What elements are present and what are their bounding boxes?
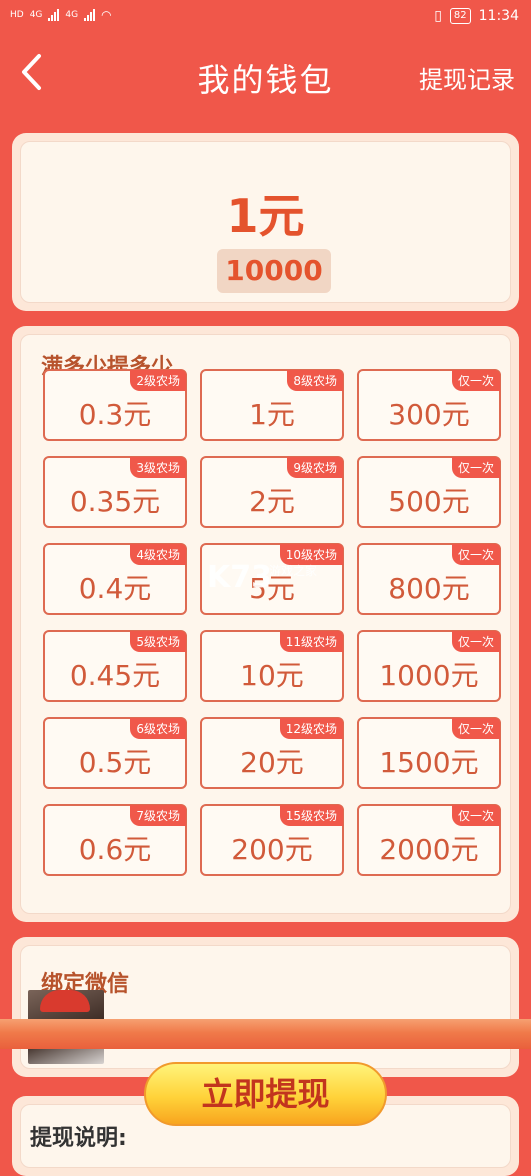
option-tag: 仅一次 [451, 805, 500, 826]
option-tag: 7级农场 [130, 805, 186, 826]
option-tile[interactable]: 仅一次 300元 [357, 369, 501, 441]
option-value: 1000元 [379, 659, 479, 692]
option-tag: 8级农场 [287, 370, 343, 391]
option-tile[interactable]: 9级农场 2元 [200, 456, 344, 528]
option-tag: 6级农场 [130, 718, 186, 739]
santa-hat-icon [40, 990, 90, 1012]
withdraw-explanation-title: 提现说明: [30, 1126, 127, 1151]
option-tile[interactable]: 仅一次 2000元 [357, 804, 501, 876]
option-value: 0.4元 [78, 572, 152, 605]
option-tile[interactable]: 仅一次 1500元 [357, 717, 501, 789]
option-tag: 5级农场 [130, 631, 186, 652]
option-value: 500元 [388, 485, 470, 518]
option-tile[interactable]: 8级农场 1元 [200, 369, 344, 441]
option-tile[interactable]: 3级农场 0.35元 [43, 456, 187, 528]
option-value: 0.5元 [78, 746, 152, 779]
withdraw-options-card: 满多少提多少 2级农场 0.3元 8级农场 1元 仅一次 300元 3级农场 0.35元… [12, 326, 519, 922]
option-tile[interactable]: 仅一次 1000元 [357, 630, 501, 702]
option-value: 20元 [240, 746, 304, 779]
header: 我的钱包 提现记录 [0, 40, 531, 110]
clock: 11:34 [478, 8, 519, 24]
option-value: 0.3元 [78, 398, 152, 431]
option-tile[interactable]: 7级农场 0.6元 [43, 804, 187, 876]
watermark-subtext: 游戏之家 [269, 564, 318, 578]
option-tag: 仅一次 [451, 718, 500, 739]
option-tag: 3级农场 [130, 457, 186, 478]
battery-icon: 82 [449, 8, 471, 24]
option-value: 800元 [388, 572, 470, 605]
watermark-text: K73 [207, 560, 272, 595]
wifi-icon: ◠ [101, 7, 112, 22]
option-tile[interactable]: 仅一次 500元 [357, 456, 501, 528]
option-tag: 11级农场 [279, 631, 343, 652]
option-value: 1元 [249, 398, 295, 431]
status-bar: HD 4G 4G ◠ ▯ 82 11:34 [0, 0, 531, 38]
option-tile[interactable]: 仅一次 800元 [357, 543, 501, 615]
signal-icon-2 [84, 9, 96, 21]
withdraw-now-button[interactable]: 立即提现 [144, 1062, 387, 1126]
option-tile[interactable]: 11级农场 10元 [200, 630, 344, 702]
option-value: 10元 [240, 659, 304, 692]
option-tag: 9级农场 [287, 457, 343, 478]
option-tag: 仅一次 [451, 457, 500, 478]
network-4g-label-2: 4G [65, 9, 79, 20]
option-value: 0.6元 [78, 833, 152, 866]
watermark: K73 游戏之家 [207, 560, 317, 595]
network-4g-label: 4G [29, 9, 43, 20]
signal-icon [48, 9, 60, 21]
decorative-ribbon [0, 1019, 531, 1049]
option-tag: 仅一次 [451, 631, 500, 652]
option-value: 2000元 [379, 833, 479, 866]
option-tile[interactable]: 6级农场 0.5元 [43, 717, 187, 789]
option-tile[interactable]: 15级农场 200元 [200, 804, 344, 876]
option-tag: 15级农场 [279, 805, 343, 826]
option-tile[interactable]: 2级农场 0.3元 [43, 369, 187, 441]
option-value: 2元 [249, 485, 295, 518]
option-value: 0.35元 [69, 485, 161, 518]
option-tag: 仅一次 [451, 544, 500, 565]
hd-indicator: HD [10, 9, 24, 20]
option-value: 200元 [231, 833, 313, 866]
option-tag: 2级农场 [130, 370, 186, 391]
option-tag: 仅一次 [451, 370, 500, 391]
coin-balance: 10000 [217, 249, 331, 293]
option-tag: 12级农场 [279, 718, 343, 739]
option-value: 0.45元 [69, 659, 161, 692]
option-value: 1500元 [379, 746, 479, 779]
option-tile[interactable]: 4级农场 0.4元 [43, 543, 187, 615]
withdraw-records-link[interactable]: 提现记录 [419, 60, 515, 95]
vibrate-icon: ▯ [434, 8, 442, 24]
option-tile[interactable]: 5级农场 0.45元 [43, 630, 187, 702]
balance-card: 1元 10000 [12, 133, 519, 311]
option-value: 300元 [388, 398, 470, 431]
option-tag: 4级农场 [130, 544, 186, 565]
option-tile[interactable]: 12级农场 20元 [200, 717, 344, 789]
balance-amount: 1元 [226, 189, 305, 243]
